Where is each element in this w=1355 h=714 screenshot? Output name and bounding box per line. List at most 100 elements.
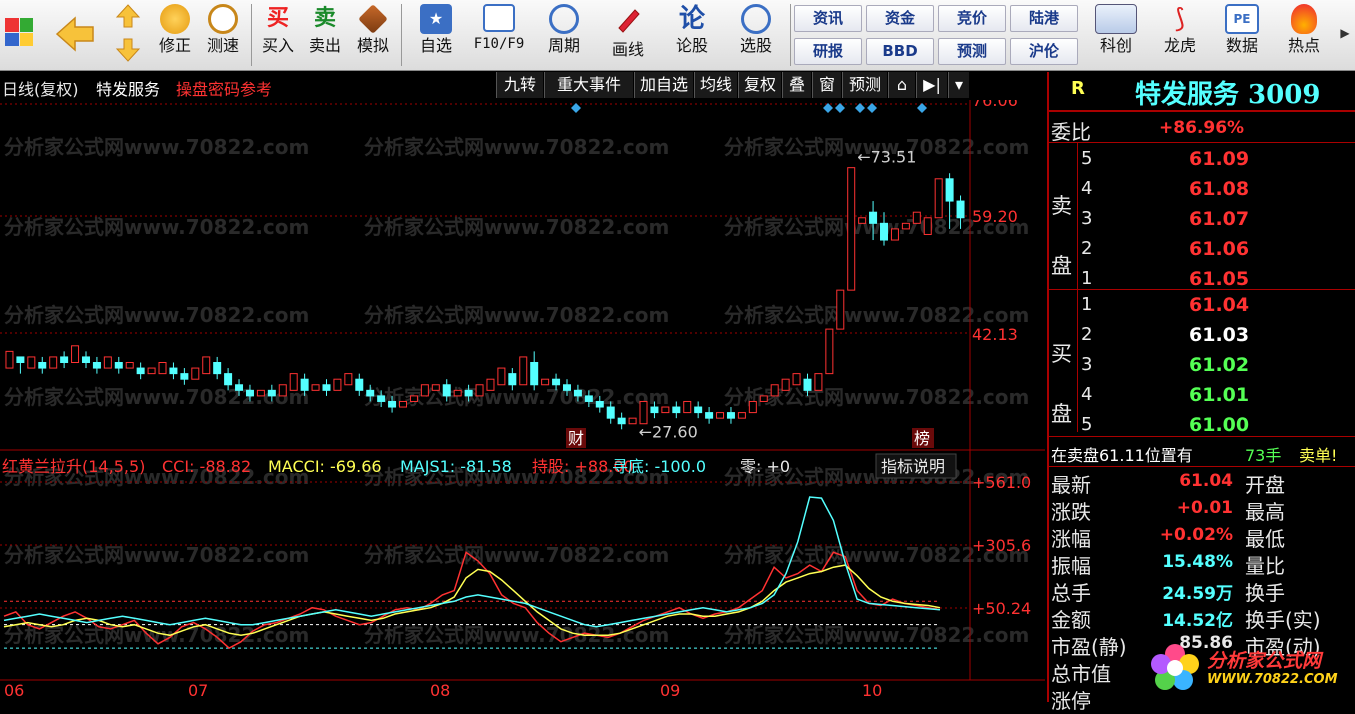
candle-body bbox=[541, 378, 550, 386]
watchlist-button[interactable]: ★ 自选 bbox=[408, 2, 464, 68]
forum-icon: 论 bbox=[678, 4, 705, 34]
sell-level: 4 bbox=[1081, 178, 1093, 199]
watchlist-label: 自选 bbox=[419, 36, 452, 55]
indicator-axis-label: +305.6 bbox=[972, 536, 1031, 555]
stock-pick-button[interactable]: 选股 bbox=[726, 2, 786, 68]
research-button[interactable]: 研报 bbox=[794, 38, 862, 65]
toolbar-more-button[interactable]: ▶ bbox=[1338, 2, 1352, 68]
event-diamond-icon bbox=[571, 103, 581, 113]
chart-tab[interactable]: 加自选 bbox=[634, 72, 693, 98]
indicator-legend: MACCI: -69.66 bbox=[268, 457, 382, 476]
draw-line-button[interactable]: 画线 bbox=[598, 2, 658, 68]
candle-body bbox=[880, 222, 889, 241]
period-button[interactable]: 周期 bbox=[534, 2, 594, 68]
sell-order-row[interactable]: 4 61.08 bbox=[1049, 176, 1349, 204]
candle-body bbox=[748, 400, 757, 414]
layout-button[interactable] bbox=[2, 2, 36, 68]
watermark-text: 分析家公式网www.70822.com bbox=[364, 215, 669, 239]
watermark-text: 分析家公式网www.70822.com bbox=[4, 385, 309, 409]
chart-mode[interactable]: 日线(复权) bbox=[2, 76, 79, 100]
sell-order-row[interactable]: 3 61.07 bbox=[1049, 206, 1349, 234]
news-button[interactable]: 资讯 bbox=[794, 5, 862, 32]
candle-body bbox=[552, 378, 561, 386]
candle-body bbox=[267, 389, 276, 397]
speed-test-label: 测速 bbox=[206, 36, 239, 55]
hk-connect-button[interactable]: 陆港 bbox=[1010, 5, 1078, 32]
hot-button[interactable]: 热点 bbox=[1276, 2, 1332, 68]
sell-level: 3 bbox=[1081, 208, 1093, 229]
auction-button[interactable]: 竞价 bbox=[938, 5, 1006, 32]
star-board-button[interactable]: 科创 bbox=[1086, 2, 1146, 68]
modify-button[interactable]: 修正 bbox=[152, 2, 198, 68]
buy-level: 2 bbox=[1081, 324, 1093, 345]
candle-body bbox=[923, 217, 932, 235]
candle-body bbox=[486, 378, 495, 391]
chart-tab[interactable]: ⌂ bbox=[888, 72, 915, 98]
candle-body bbox=[114, 362, 123, 369]
chart-tab[interactable]: 叠 bbox=[782, 72, 811, 98]
promo-link[interactable]: 操盘密码参考 bbox=[176, 76, 272, 100]
sh-london-button[interactable]: 沪伦 bbox=[1010, 38, 1078, 65]
logo-title: 分析家公式网 bbox=[1207, 650, 1322, 672]
notice-text: 在卖盘61.11位置有 bbox=[1051, 446, 1193, 465]
f10-icon bbox=[483, 4, 515, 32]
chart-tab[interactable]: 复权 bbox=[738, 72, 781, 98]
f10-button[interactable]: F10/F9 bbox=[468, 2, 530, 68]
sell-price: 61.05 bbox=[1189, 268, 1250, 290]
candle-body bbox=[300, 378, 309, 391]
chart-tab[interactable]: 窗 bbox=[812, 72, 841, 98]
stat-key-2: 换手 bbox=[1245, 581, 1285, 605]
candle-body bbox=[705, 412, 714, 419]
buy-order-row[interactable]: 3 61.02 bbox=[1049, 352, 1349, 380]
indicator-axis-label: +561.0 bbox=[972, 473, 1031, 492]
draw-line-icon bbox=[618, 9, 640, 33]
stat-key-2: 量比 bbox=[1245, 554, 1285, 578]
stat-value: 61.04 bbox=[1179, 471, 1233, 491]
simulate-button[interactable]: 模拟 bbox=[350, 2, 396, 68]
stat-key: 最新 bbox=[1051, 473, 1091, 497]
back-button[interactable] bbox=[50, 2, 100, 68]
buy-order-row[interactable]: 2 61.03 bbox=[1049, 322, 1349, 350]
chart-tab[interactable]: 九转 bbox=[496, 72, 543, 98]
down-button[interactable] bbox=[110, 36, 146, 66]
candle-body bbox=[519, 356, 528, 386]
candle-body bbox=[213, 362, 222, 375]
stock-name: 特发服务 bbox=[96, 80, 161, 99]
buy-order-row[interactable]: 4 61.01 bbox=[1049, 382, 1349, 410]
sell-order-row[interactable]: 5 61.09 bbox=[1049, 146, 1349, 174]
buy-button[interactable]: 买 买入 bbox=[255, 2, 301, 68]
candle-body bbox=[562, 384, 571, 391]
candle-body bbox=[60, 356, 69, 363]
sell-button[interactable]: 卖 卖出 bbox=[302, 2, 348, 68]
candle-body bbox=[38, 362, 47, 369]
chart-tab[interactable]: 重大事件 bbox=[544, 72, 633, 98]
sell-order-row[interactable]: 2 61.06 bbox=[1049, 236, 1349, 264]
dragon-tiger-button[interactable]: ⟆ 龙虎 bbox=[1152, 2, 1208, 68]
candle-body bbox=[617, 417, 626, 425]
notice-tag: 卖单! bbox=[1299, 446, 1338, 465]
funds-button[interactable]: 资金 bbox=[866, 5, 934, 32]
chart-tab[interactable]: ▾ bbox=[948, 72, 969, 98]
kline-chart[interactable]: 分析家公式网www.70822.com 分析家公式网www.70822.com 分析… bbox=[0, 100, 1045, 700]
sell-price: 61.09 bbox=[1189, 148, 1250, 170]
rank-tag: 榜 bbox=[914, 429, 930, 448]
forum-button[interactable]: 论 论股 bbox=[664, 2, 720, 68]
watermark-text: 分析家公式网www.70822.com bbox=[364, 135, 669, 159]
candle-body bbox=[464, 389, 473, 397]
data-button[interactable]: PE 数据 bbox=[1214, 2, 1270, 68]
chart-tab[interactable]: 预测 bbox=[842, 72, 887, 98]
forecast-button[interactable]: 预测 bbox=[938, 38, 1006, 65]
chart-header: 日线(复权) 特发服务 操盘密码参考 九转 重大事件 加自选 均线 复权叠窗预测 ⌂ ▶| ▾ bbox=[0, 72, 1045, 102]
quote-title: 特发服务 3009 bbox=[1135, 80, 1321, 110]
speed-test-button[interactable]: 测速 bbox=[200, 2, 246, 68]
committee-label: 委比 bbox=[1051, 120, 1091, 144]
star-board-icon bbox=[1095, 4, 1137, 34]
chart-tab[interactable]: ▶| bbox=[916, 72, 947, 98]
bbd-button[interactable]: BBD bbox=[866, 38, 934, 65]
period-icon bbox=[549, 4, 579, 34]
indicator-axis-label: +50.24 bbox=[972, 599, 1031, 618]
buy-order-row[interactable]: 1 61.04 bbox=[1049, 292, 1349, 320]
candle-body bbox=[180, 373, 189, 380]
up-button[interactable] bbox=[110, 2, 146, 32]
chart-tab[interactable]: 均线 bbox=[694, 72, 737, 98]
